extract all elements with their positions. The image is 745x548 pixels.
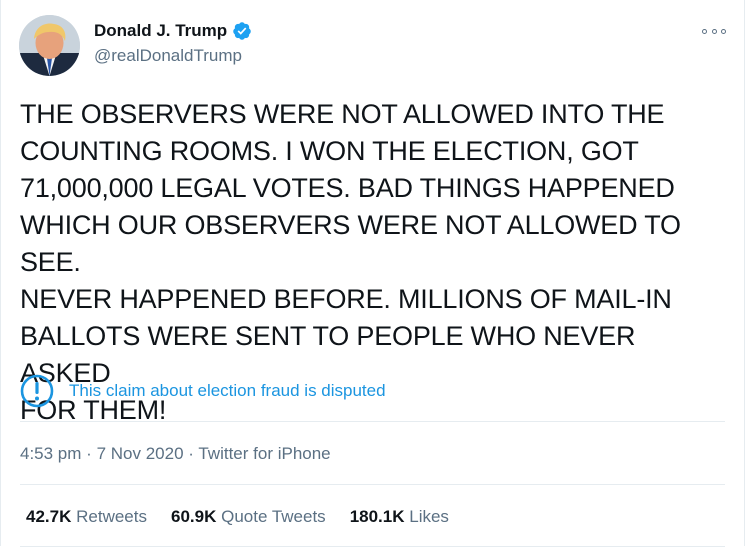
author-name[interactable]: Donald J. Trump: [94, 21, 227, 41]
retweets-stat[interactable]: 42.7K Retweets: [26, 507, 147, 527]
quote-tweets-stat[interactable]: 60.9K Quote Tweets: [171, 507, 326, 527]
retweets-label: Retweets: [76, 507, 147, 526]
tweet-stats: 42.7K Retweets 60.9K Quote Tweets 180.1K…: [26, 507, 473, 527]
avatar[interactable]: [19, 15, 80, 76]
divider: [20, 421, 725, 422]
tweet-line: THE OBSERVERS WERE NOT ALLOWED INTO THE: [20, 99, 665, 129]
tweet-date[interactable]: 7 Nov 2020: [97, 444, 184, 463]
disputed-claim-notice[interactable]: This claim about election fraud is dispu…: [20, 374, 386, 408]
divider: [20, 484, 725, 485]
tweet-line: 71,000,000 LEGAL VOTES. BAD THINGS HAPPE…: [20, 173, 675, 203]
tweet-line: NEVER HAPPENED BEFORE. MILLIONS OF MAIL-…: [20, 284, 672, 314]
divider: [20, 546, 725, 547]
meta-separator: ·: [188, 444, 194, 463]
disputed-claim-link[interactable]: This claim about election fraud is dispu…: [69, 381, 386, 401]
quote-tweets-count: 60.9K: [170, 507, 217, 526]
tweet-card: Donald J. Trump @realDonaldTrump THE OBS…: [0, 0, 745, 547]
more-dot: [702, 28, 707, 34]
tweet-meta: 4:53 pm · 7 Nov 2020 · Twitter for iPhon…: [20, 444, 331, 464]
meta-separator: ·: [86, 444, 92, 463]
author-handle[interactable]: @realDonaldTrump: [94, 46, 242, 66]
more-options-icon[interactable]: [702, 24, 726, 38]
tweet-time[interactable]: 4:53 pm: [20, 444, 81, 463]
likes-label: Likes: [409, 507, 449, 526]
info-circle-icon: [20, 374, 54, 408]
more-dot: [721, 28, 726, 34]
likes-stat[interactable]: 180.1K Likes: [350, 507, 449, 527]
more-dot: [711, 28, 717, 34]
quote-tweets-label: Quote Tweets: [221, 507, 326, 526]
verified-badge-icon: [233, 22, 251, 40]
retweets-count: 42.7K: [26, 507, 72, 526]
tweet-source[interactable]: Twitter for iPhone: [198, 444, 330, 463]
likes-count: 180.1K: [349, 507, 405, 526]
tweet-line: COUNTING ROOMS. I WON THE ELECTION, GOT: [20, 136, 639, 166]
tweet-line: WHICH OUR OBSERVERS WERE NOT ALLOWED TO …: [20, 210, 681, 277]
